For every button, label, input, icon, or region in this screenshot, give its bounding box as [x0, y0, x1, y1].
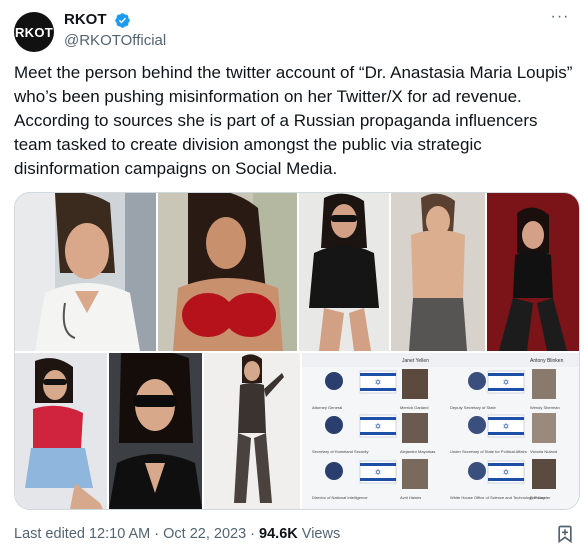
org-chart-person: Merrick Garland — [400, 405, 428, 410]
tweet-text: Meet the person behind the twitter accou… — [14, 63, 573, 178]
photo-red-background-image — [487, 193, 579, 351]
handle[interactable]: @RKOTOfficial — [64, 30, 166, 52]
org-chart-person: Victoria Nuland — [530, 449, 557, 454]
photo-lab-coat-image — [15, 193, 156, 351]
org-chart-title: Attorney General — [312, 405, 342, 410]
edited-timestamp[interactable]: Last edited 12:10 AM · Oct 22, 2023 · — [14, 526, 259, 542]
photo-red-bra[interactable] — [158, 193, 297, 351]
svg-text:✡: ✡ — [503, 378, 510, 387]
photo-fishnet[interactable] — [391, 193, 485, 351]
photo-leather-jacket[interactable] — [109, 353, 202, 509]
org-chart-person: Alejandro Mayorkas — [400, 449, 435, 454]
org-chart-top-left-name: Janet Yellen — [402, 358, 429, 364]
views-label: Views — [297, 526, 341, 542]
photo-fishnet-image — [391, 193, 485, 351]
svg-text:✡: ✡ — [375, 422, 382, 431]
display-name[interactable]: RKOT — [64, 10, 107, 30]
photo-sunglasses-denim-image — [15, 353, 107, 509]
photo-red-background[interactable] — [487, 193, 579, 351]
org-chart-person: Eric Lander — [530, 495, 551, 500]
author-block: RKOT @RKOTOfficial — [64, 10, 166, 52]
verified-badge-icon — [115, 12, 130, 28]
svg-text:✡: ✡ — [375, 468, 382, 477]
photo-black-lingerie[interactable] — [299, 193, 389, 351]
org-chart-person: Avril Haines — [400, 495, 421, 500]
avatar[interactable]: RKOT — [14, 12, 54, 52]
media-grid[interactable]: Janet Yellen Antony Blinken ✡ ✡ Attorney… — [14, 192, 580, 510]
photo-leather-jacket-image — [109, 353, 202, 509]
org-chart-title: Deputy Secretary of State — [450, 405, 497, 410]
bookmark-icon[interactable] — [555, 524, 575, 544]
svg-text:✡: ✡ — [375, 378, 382, 387]
tweet-header: RKOT RKOT @RKOTOfficial ··· — [14, 9, 574, 52]
svg-text:✡: ✡ — [503, 422, 510, 431]
photo-sunglasses-denim[interactable] — [15, 353, 107, 509]
tweet-meta: Last edited 12:10 AM · Oct 22, 2023 · 94… — [14, 524, 340, 544]
more-icon[interactable]: ··· — [548, 9, 572, 30]
org-chart-title: Under Secretary of State for Political A… — [450, 449, 527, 454]
views-count: 94.6K — [259, 526, 298, 542]
photo-red-bra-image — [158, 193, 297, 351]
photo-lab-coat[interactable] — [15, 193, 156, 351]
photo-bodystocking[interactable] — [204, 353, 300, 509]
photo-bodystocking-image — [204, 353, 300, 509]
org-chart-person: Wendy Sherman — [530, 405, 560, 410]
org-chart-top-right-name: Antony Blinken — [530, 358, 564, 364]
photo-org-chart[interactable]: Janet Yellen Antony Blinken ✡ ✡ Attorney… — [302, 353, 579, 509]
org-chart-title: Secretary of Homeland Security — [312, 449, 368, 454]
org-chart-image: Janet Yellen Antony Blinken ✡ ✡ Attorney… — [302, 353, 579, 509]
org-chart-title: Director of National Intelligence — [312, 495, 368, 500]
photo-black-lingerie-image — [299, 193, 389, 351]
svg-text:✡: ✡ — [503, 468, 510, 477]
